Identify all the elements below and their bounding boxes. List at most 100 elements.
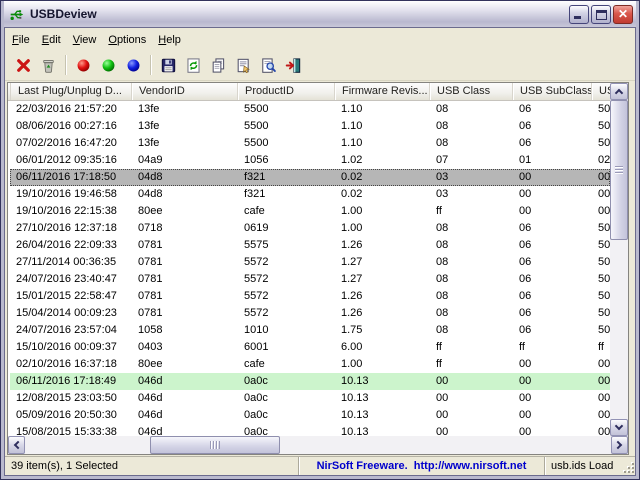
close-button[interactable]: ✕ xyxy=(613,5,633,24)
scroll-left-button[interactable] xyxy=(8,436,25,454)
cell-firmware_revision: 1.02 xyxy=(335,152,430,169)
table-row[interactable]: 26/04/2016 22:09:33078155751.26080650 xyxy=(10,237,610,254)
vertical-scroll-thumb[interactable] xyxy=(610,100,628,240)
horizontal-scroll-thumb[interactable] xyxy=(150,436,280,454)
cell-usb_protocol: 00 xyxy=(592,373,610,390)
cell-usb_class: 03 xyxy=(430,186,513,203)
find-button[interactable] xyxy=(256,53,280,77)
cell-firmware_revision: 1.26 xyxy=(335,305,430,322)
menu-item-options[interactable]: Options xyxy=(102,31,152,49)
table-row[interactable]: 27/11/2014 00:36:35078155721.27080650 xyxy=(10,254,610,271)
resize-grip[interactable] xyxy=(622,461,634,473)
cell-product_id: 0a0c xyxy=(238,407,335,424)
table-row[interactable]: 24/07/2016 23:40:47078155721.27080650 xyxy=(10,271,610,288)
column-header-usb_subclass[interactable]: USB SubClass xyxy=(513,83,592,100)
chevron-down-icon xyxy=(615,422,623,430)
green-ball-button[interactable] xyxy=(96,53,120,77)
table-row[interactable]: 19/10/2016 22:15:3880eecafe1.00ff0000 xyxy=(10,203,610,220)
cell-vendor_id: 0781 xyxy=(132,254,238,271)
table-row[interactable]: 06/11/2016 17:18:49046d0a0c10.13000000 xyxy=(10,373,610,390)
table-row[interactable]: 06/01/2012 09:35:1604a910561.02070102 xyxy=(10,152,610,169)
cell-firmware_revision: 1.75 xyxy=(335,322,430,339)
toolbar-separator xyxy=(150,55,152,75)
blue-ball-button[interactable] xyxy=(121,53,145,77)
cell-last_plug_unplug_date: 19/10/2016 22:15:38 xyxy=(10,203,132,220)
table-row[interactable]: 12/08/2015 23:03:50046d0a0c10.13000000 xyxy=(10,390,610,407)
cell-firmware_revision: 0.02 xyxy=(335,186,430,203)
cell-firmware_revision: 1.10 xyxy=(335,118,430,135)
column-header-usb_protocol[interactable]: USB Protocol xyxy=(592,83,610,100)
table-row[interactable]: 24/07/2016 23:57:04105810101.75080650 xyxy=(10,322,610,339)
copy-icon xyxy=(210,57,227,74)
cell-usb_class: 00 xyxy=(430,390,513,407)
column-header-product_id[interactable]: ProductID xyxy=(238,83,335,100)
menu-item-help[interactable]: Help xyxy=(152,31,187,49)
menu-item-edit[interactable]: Edit xyxy=(36,31,67,49)
table-row[interactable]: 27/10/2016 12:37:18071806191.00080650 xyxy=(10,220,610,237)
table-row[interactable]: 08/06/2016 00:27:1613fe55001.10080650 xyxy=(10,118,610,135)
menu-item-file[interactable]: File xyxy=(6,31,36,49)
cell-firmware_revision: 1.10 xyxy=(335,101,430,118)
cell-vendor_id: 04d8 xyxy=(132,186,238,203)
cell-usb_subclass: 06 xyxy=(513,135,592,152)
table-row[interactable]: 06/11/2016 17:18:5004d8f3210.02030000 xyxy=(10,169,610,186)
cell-last_plug_unplug_date: 24/07/2016 23:57:04 xyxy=(10,322,132,339)
cell-firmware_revision: 1.26 xyxy=(335,237,430,254)
title-bar[interactable]: USBDeview ✕ xyxy=(4,1,636,27)
cell-usb_class: 08 xyxy=(430,322,513,339)
menu-item-view[interactable]: View xyxy=(67,31,103,49)
remove-device-button[interactable] xyxy=(36,53,60,77)
properties-icon xyxy=(235,57,252,74)
cell-usb_protocol: 50 xyxy=(592,237,610,254)
cell-vendor_id: 0403 xyxy=(132,339,238,356)
cell-vendor_id: 0781 xyxy=(132,305,238,322)
cell-vendor_id: 1058 xyxy=(132,322,238,339)
cell-product_id: 5572 xyxy=(238,254,335,271)
maximize-button[interactable] xyxy=(591,5,611,24)
save-button[interactable] xyxy=(156,53,180,77)
trash-icon xyxy=(40,57,57,74)
cell-vendor_id: 80ee xyxy=(132,356,238,373)
find-icon xyxy=(260,57,277,74)
column-header-last_plug_unplug_date[interactable]: Last Plug/Unplug D... xyxy=(10,83,132,100)
scroll-right-button[interactable] xyxy=(611,436,628,454)
nirsoft-link[interactable]: NirSoft Freeware. http://www.nirsoft.net xyxy=(317,460,527,472)
table-row[interactable]: 05/09/2016 20:50:30046d0a0c10.13000000 xyxy=(10,407,610,424)
scroll-down-button[interactable] xyxy=(610,419,628,436)
table-row[interactable]: 07/02/2016 16:47:2013fe55001.10080650 xyxy=(10,135,610,152)
vertical-scrollbar[interactable] xyxy=(610,83,628,436)
window-title: USBDeview xyxy=(30,7,567,21)
properties-button[interactable] xyxy=(231,53,255,77)
cell-product_id: 6001 xyxy=(238,339,335,356)
table-row[interactable]: 15/01/2015 22:58:47078155721.26080650 xyxy=(10,288,610,305)
usb-app-icon[interactable] xyxy=(9,6,26,23)
toolbar xyxy=(5,50,635,81)
red-x-icon xyxy=(15,57,32,74)
table-row[interactable]: 19/10/2016 19:46:5804d8f3210.02030000 xyxy=(10,186,610,203)
cell-last_plug_unplug_date: 06/11/2016 17:18:50 xyxy=(10,169,132,186)
red-ball-button[interactable] xyxy=(71,53,95,77)
cell-product_id: 0a0c xyxy=(238,373,335,390)
cell-product_id: 5572 xyxy=(238,271,335,288)
refresh-button[interactable] xyxy=(181,53,205,77)
table-row[interactable]: 02/10/2016 16:37:1880eecafe1.00ff0000 xyxy=(10,356,610,373)
table-row[interactable]: 22/03/2016 21:57:2013fe55001.10080650 xyxy=(10,101,610,118)
cell-usb_class: 08 xyxy=(430,271,513,288)
cell-usb_class: 08 xyxy=(430,220,513,237)
minimize-button[interactable] xyxy=(569,5,589,24)
cell-vendor_id: 04a9 xyxy=(132,152,238,169)
uninstall-device-button[interactable] xyxy=(11,53,35,77)
column-header-vendor_id[interactable]: VendorID xyxy=(132,83,238,100)
scroll-up-button[interactable] xyxy=(610,83,628,100)
column-header-firmware_revision[interactable]: Firmware Revis... xyxy=(335,83,430,100)
column-header-usb_class[interactable]: USB Class xyxy=(430,83,513,100)
table-row[interactable]: 15/04/2014 00:09:23078155721.26080650 xyxy=(10,305,610,322)
exit-button[interactable] xyxy=(281,53,305,77)
cell-last_plug_unplug_date: 06/11/2016 17:18:49 xyxy=(10,373,132,390)
copy-button[interactable] xyxy=(206,53,230,77)
table-row[interactable]: 15/10/2016 00:09:37040360016.00ffffff xyxy=(10,339,610,356)
item-count-text: 39 item(s), 1 Selected xyxy=(11,460,118,472)
window-body: FileEditViewOptionsHelp Last Plug/Unplug… xyxy=(4,27,636,476)
green-ball-icon xyxy=(100,57,117,74)
horizontal-scrollbar[interactable] xyxy=(8,436,628,454)
